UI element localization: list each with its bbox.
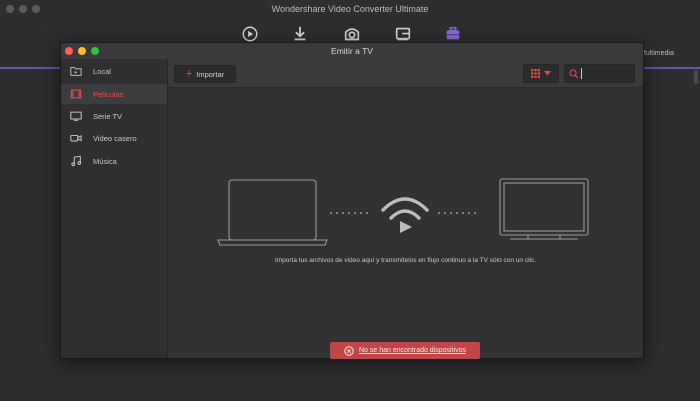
multimedia-tab[interactable]: Multimedia [640,50,700,80]
zoom-window-button[interactable] [32,5,40,13]
connection-dots-right [438,212,476,214]
app-title: Wondershare Video Converter Ultimate [271,4,429,14]
dialog-title: Emitir a TV [331,46,373,56]
dialog-zoom-button[interactable] [91,47,99,55]
connection-dots-left [330,212,368,214]
tv-icon [69,110,83,122]
sidebar-item-label: Serie TV [93,111,123,121]
music-icon [69,155,83,167]
cast-instructions-text: Importa tus archivos de video aquí y tra… [274,257,537,264]
minimize-window-button[interactable] [19,5,27,13]
dialog-close-button[interactable] [65,47,73,55]
sidebar: Local Películas Serie TV Video casero Mú… [61,59,168,358]
app-titlebar: Wondershare Video Converter Ultimate [0,0,700,18]
sidebar-item-local[interactable]: Local [61,61,167,81]
cast-to-tv-dialog: Emitir a TV Local Películas Serie TV Vid… [60,42,644,359]
multimedia-label: Multimedia [640,50,674,57]
sidebar-item-label: Música [93,156,117,166]
error-circle-icon [344,345,354,356]
sidebar-item-video-casero[interactable]: Video casero [61,128,167,148]
dialog-titlebar: Emitir a TV [61,43,643,59]
sidebar-item-musica[interactable]: Música [61,151,167,171]
dialog-window-controls [65,47,99,55]
sidebar-item-label: Local [93,66,111,76]
sidebar-item-peliculas[interactable]: Películas [61,84,167,104]
content-area: + Importar Importa tus archivos de video… [168,59,643,359]
close-window-button[interactable] [6,5,14,13]
sidebar-item-serie-tv[interactable]: Serie TV [61,106,167,126]
window-controls [6,5,40,13]
film-icon [69,88,83,100]
warning-label: No se han encontrado dispositivos [358,347,466,354]
wifi-stream-icon [381,197,429,220]
no-devices-warning-button[interactable]: No se han encontrado dispositivos [330,342,480,359]
dialog-minimize-button[interactable] [78,47,86,55]
sidebar-item-label: Video casero [93,133,137,143]
sidebar-item-label: Películas [93,89,124,99]
television-icon [499,178,589,240]
play-icon [400,221,412,233]
cast-illustration [217,178,589,246]
folder-icon [69,65,83,77]
scrollbar[interactable] [694,70,698,84]
camcorder-icon [69,132,83,144]
laptop-icon [217,179,328,246]
